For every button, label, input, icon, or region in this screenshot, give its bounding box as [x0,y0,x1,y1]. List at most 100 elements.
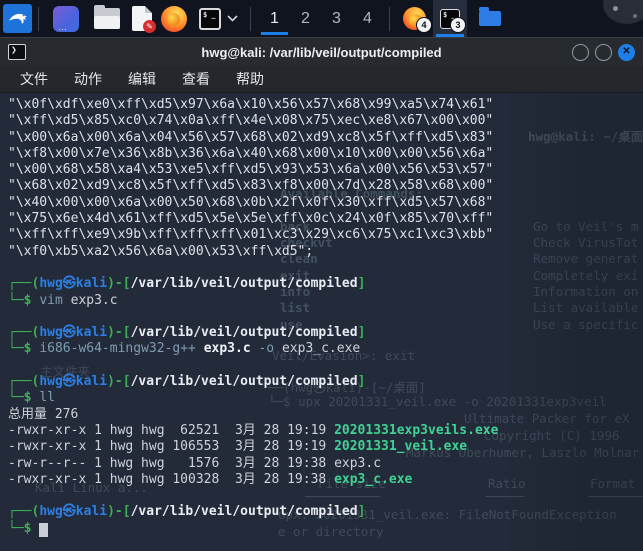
maximize-button[interactable] [595,43,612,61]
terminal-line: -rwxr-xr-x 1 hwg hwg 106553 3月 28 19:19 … [8,439,643,455]
terminal-text-segment: exp3.c [62,292,118,308]
terminal-line: └─$ [8,521,643,537]
terminal-text-segment: 总用量 276 [8,406,79,422]
terminal-line: "\xff\xff\xe9\x9b\xff\xff\xff\x01\xc3\x2… [8,227,643,243]
terminal-text-segment: "\x00\x6a\x00\x6a\x04\x56\x57\x68\x02\xd… [8,129,494,145]
terminal-text-segment: exp3_c.exe [274,341,361,357]
terminal-line: "\xf8\x00\x7e\x36\x8b\x36\x6a\x40\x68\x0… [8,146,643,162]
terminal-text-segment: ] [357,276,366,292]
terminal-text-segment: "\x40\x00\x00\x6a\x00\x50\x68\x0b\x2f\x0… [8,194,494,210]
workspace-button-1[interactable]: 1 [259,0,290,37]
terminal-line: ┌──(hwg㉿kali)-[/var/lib/veil/output/comp… [8,374,643,390]
terminal-line: "\x75\x6e\x4d\x61\xff\xd5\x5e\x5e\xff\x0… [8,211,643,227]
menu-item[interactable]: 文件 [20,69,48,89]
terminal-text-segment: ┌──( [8,504,40,520]
terminal-text-segment: /var/lib/veil/output/compiled [130,374,358,390]
terminal-text-segment: /var/lib/veil/output/compiled [130,276,358,292]
menu-item[interactable]: 动作 [74,69,102,89]
terminal-text-segment: exp3_c.exe [334,471,413,487]
workspace-button-4[interactable]: 4 [352,0,383,37]
terminal-text-segment: "\xf8\x00\x7e\x36\x8b\x36\x6a\x40\x68\x0… [8,145,494,161]
firefox-task-button[interactable]: 4 [396,0,433,37]
terminal-text-segment: 20201331_veil.exe [334,439,468,455]
terminal-text-segment: -rw-r--r-- 1 hwg hwg 1576 3月 28 19:38 ex… [8,455,382,471]
terminal-text-segment: )-[ [107,374,131,390]
terminal-text-segment: )-[ [107,504,131,520]
terminal-line: "\x40\x00\x00\x6a\x00\x50\x68\x0b\x2f\x0… [8,195,643,211]
terminal-line: "\x00\x68\x58\xa4\x53\xe5\xff\xd5\x93\x5… [8,162,643,178]
terminal-text-segment: /var/lib/veil/output/compiled [130,504,358,520]
desktop-screen: … ✎ 1234 4 3 hwg@kali: /var/li [0,0,643,551]
terminal-text-segment: "\x00\x68\x58\xa4\x53\xe5\xff\xd5\x93\x5… [8,162,494,178]
terminal-text-segment: -rwxr-xr-x 1 hwg hwg 100328 3月 28 19:38 [8,471,335,487]
firefox-icon[interactable] [161,5,187,32]
dock-window-icon[interactable]: … [53,5,79,32]
terminal-text-segment: └─$ [8,341,40,357]
window-titlebar[interactable]: hwg@kali: /var/lib/veil/output/compiled … [0,37,643,66]
terminal-task-button[interactable]: 3 [433,0,467,37]
terminal-text-segment: )-[ [107,325,131,341]
terminal-text-segment: "\x0f\xdf\xe0\xff\xd5\x97\x6a\x10\x56\x5… [8,97,494,112]
terminal-body[interactable]: hwg@kali: ~/桌面 Available Commands: back che… [0,93,643,551]
minimize-button[interactable] [572,43,589,61]
terminal-line: ┌──(hwg㉿kali)-[/var/lib/veil/output/comp… [8,504,643,520]
close-button[interactable]: ✕ [618,43,635,61]
terminal-line: ┌──(hwg㉿kali)-[/var/lib/veil/output/comp… [8,276,643,292]
menu-item[interactable]: 编辑 [128,69,156,89]
workspace-button-2[interactable]: 2 [290,0,321,37]
text-editor-icon[interactable]: ✎ [132,6,156,33]
terminal-cursor [39,522,49,537]
taskbar-separator [38,6,39,31]
terminal-line: └─$ vim exp3.c [8,293,643,309]
terminal-line: -rw-r--r-- 1 hwg hwg 1576 3月 28 19:38 ex… [8,456,643,472]
terminal-line: └─$ ll [8,390,643,406]
terminal-text-segment: exp3.c [203,341,251,357]
terminal-line: "\x0f\xdf\xe0\xff\xd5\x97\x6a\x10\x56\x5… [8,97,643,113]
terminal-text-segment: -rwxr-xr-x 1 hwg hwg 106553 3月 28 19:19 [8,439,335,455]
chevron-down-icon[interactable] [227,15,238,22]
menu-item[interactable]: 查看 [182,69,210,89]
terminal-text-segment: "\xff\xd5\x85\xc0\x74\x0a\xff\x4e\x08\x7… [8,113,494,129]
kali-menu-button[interactable] [3,4,32,33]
corner-notification-blob [603,0,643,24]
terminal-text-segment: └─$ [8,390,40,406]
terminal-icon[interactable] [199,7,221,30]
terminal-text-segment: i686-w64-mingw32-g++ [39,341,196,357]
terminal-text-segment: hwg㉿kali [39,325,108,341]
terminal-text-segment: "\x75\x6e\x4d\x61\xff\xd5\x5e\x5e\xff\x0… [8,211,494,227]
terminal-line: └─$ i686-w64-mingw32-g++ exp3.c -o exp3_… [8,341,643,357]
terminal-window-icon [8,44,26,60]
window-count-badge: 3 [450,17,466,33]
file-manager-folder-icon[interactable] [94,5,120,29]
window-title: hwg@kali: /var/lib/veil/output/compiled [201,44,442,60]
terminal-output: "\x0f\xdf\xe0\xff\xd5\x97\x6a\x10\x56\x5… [0,93,643,551]
terminal-line: -rwxr-xr-x 1 hwg hwg 100328 3月 28 19:38 … [8,472,643,488]
terminal-text-segment: ] [357,374,366,390]
terminal-line: -rwxr-xr-x 1 hwg hwg 62521 3月 28 19:19 2… [8,423,643,439]
taskbar-separator [250,6,251,31]
terminal-line: "\xf0\xb5\xa2\x56\x6a\x00\x53\xff\xd5"; [8,244,643,260]
terminal-text-segment: 20201331exp3veils.exe [334,422,499,438]
terminal-text-segment: "\x68\x02\xd9\xc8\x5f\xff\xd5\x83\xf8\x0… [8,178,494,194]
workspace-switcher: 1234 [259,0,383,37]
terminal-text-segment: "\xff\xff\xe9\x9b\xff\xff\xff\x01\xc3\x2… [8,227,494,243]
window-count-badge: 4 [416,17,432,33]
taskbar-separator [389,6,390,31]
terminal-text-segment: hwg㉿kali [39,276,108,292]
blue-folder-icon[interactable] [479,7,501,26]
terminal-window: hwg@kali: /var/lib/veil/output/compiled … [0,37,643,551]
terminal-text-segment: └─$ [8,520,40,536]
terminal-text-segment: -o [258,341,275,357]
terminal-text-segment: ll [39,390,55,406]
menu-item[interactable]: 帮助 [236,69,264,89]
terminal-line: "\x00\x6a\x00\x6a\x04\x56\x57\x68\x02\xd… [8,130,643,146]
workspace-button-3[interactable]: 3 [321,0,352,37]
terminal-line: "\xff\xd5\x85\xc0\x74\x0a\xff\x4e\x08\x7… [8,113,643,129]
terminal-line: ┌──(hwg㉿kali)-[/var/lib/veil/output/comp… [8,325,643,341]
terminal-line: "\x68\x02\xd9\xc8\x5f\xff\xd5\x83\xf8\x0… [8,178,643,194]
